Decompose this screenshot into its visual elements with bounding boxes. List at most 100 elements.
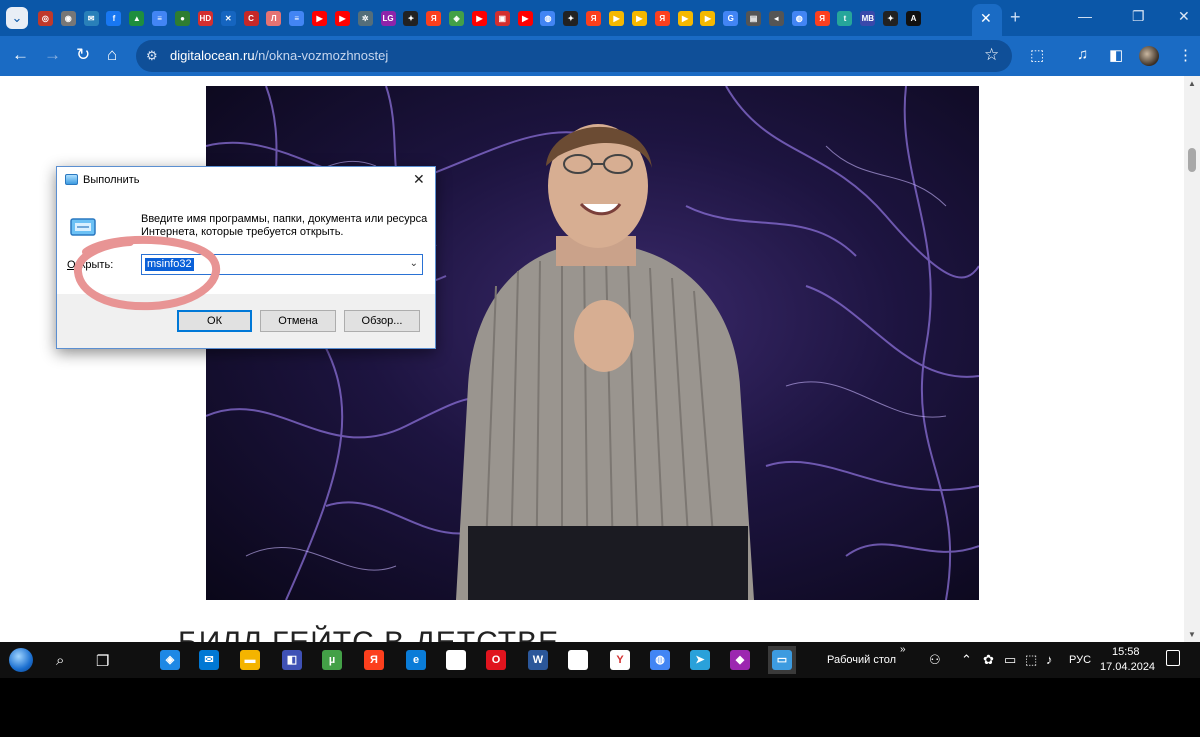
- scroll-down-icon[interactable]: ▼: [1188, 630, 1196, 639]
- tab-icon-16[interactable]: LG: [377, 6, 400, 30]
- tab-icon-5[interactable]: ▲: [125, 6, 148, 30]
- tab-icon-34[interactable]: ◍: [788, 6, 811, 30]
- tab-icon-13[interactable]: ▶: [308, 6, 331, 30]
- volume-icon[interactable]: ♪: [1046, 652, 1053, 667]
- taskbar-app-document-2[interactable]: [564, 646, 592, 674]
- toolbar-expand-icon[interactable]: »: [900, 644, 906, 655]
- taskbar-app-yandex-browser[interactable]: Y: [606, 646, 634, 674]
- taskbar-app-edge[interactable]: e: [402, 646, 430, 674]
- taskbar-app-mail[interactable]: ✉: [195, 646, 223, 674]
- address-bar[interactable]: ⚙ digitalocean.ru/n/okna-vozmozhnostej ☆: [136, 40, 1012, 72]
- taskbar-app-telegram[interactable]: ➤: [686, 646, 714, 674]
- taskbar-app-remote[interactable]: ◧: [278, 646, 306, 674]
- tab-icon-31[interactable]: G: [719, 6, 742, 30]
- tab-icon-6[interactable]: ≡: [148, 6, 171, 30]
- taskbar-app-drop[interactable]: ◆: [726, 646, 754, 674]
- tab-icon-36[interactable]: t: [834, 6, 857, 30]
- scroll-up-icon[interactable]: ▲: [1188, 79, 1196, 88]
- back-arrow-icon[interactable]: ←: [12, 45, 29, 65]
- page-scrollbar[interactable]: ▲ ▼: [1184, 76, 1200, 642]
- tab-icon-8[interactable]: HD: [194, 6, 217, 30]
- tab-icon-22[interactable]: ▶: [514, 6, 537, 30]
- browser-menu-icon[interactable]: ⋮: [1178, 46, 1193, 64]
- tab-icon-25[interactable]: Я: [582, 6, 605, 30]
- profile-avatar[interactable]: [1139, 46, 1159, 66]
- tab-icon-38[interactable]: ✦: [879, 6, 902, 30]
- tab-icon-20[interactable]: ▶: [468, 6, 491, 30]
- tab-icon-14[interactable]: ▶: [331, 6, 354, 30]
- people-icon[interactable]: ⚇: [929, 652, 941, 668]
- tab-icon-27[interactable]: ▶: [628, 6, 651, 30]
- tray-overflow-icon[interactable]: ⌃: [961, 652, 972, 668]
- tab-icon-21[interactable]: ▣: [491, 6, 514, 30]
- tab-icon-29[interactable]: ▶: [674, 6, 697, 30]
- tab-icon-12[interactable]: ≡: [285, 6, 308, 30]
- run-dialog-close-icon[interactable]: ✕: [413, 171, 425, 188]
- taskbar-app-document[interactable]: [442, 646, 470, 674]
- tab-icon-2[interactable]: ◉: [57, 6, 80, 30]
- search-icon[interactable]: ⌕: [56, 652, 64, 669]
- cancel-button[interactable]: Отмена: [260, 310, 336, 332]
- taskbar-app-defender[interactable]: ◈: [156, 646, 184, 674]
- tab-icon-18[interactable]: Я: [422, 6, 445, 30]
- tab-icon-24[interactable]: ✦: [559, 6, 582, 30]
- new-tab-button[interactable]: +: [1010, 7, 1021, 28]
- tab-icon-23[interactable]: ◍: [537, 6, 560, 30]
- clock-date[interactable]: 17.04.2024: [1100, 661, 1155, 673]
- tab-icon-9[interactable]: ✕: [217, 6, 240, 30]
- tab-icon-3[interactable]: ✉: [80, 6, 103, 30]
- tab-icon-17[interactable]: ✦: [400, 6, 423, 30]
- taskbar-app-explorer[interactable]: ▬: [236, 646, 264, 674]
- taskbar-app-word[interactable]: W: [524, 646, 552, 674]
- tab-icon-37[interactable]: MB: [856, 6, 879, 30]
- tab-search-button[interactable]: ⌄: [6, 7, 28, 29]
- tab-icon-28[interactable]: Я: [651, 6, 674, 30]
- run-dialog-titlebar[interactable]: Выполнить ✕: [57, 167, 435, 193]
- bookmark-star-icon[interactable]: ☆: [984, 45, 999, 65]
- tab-icon-33[interactable]: ◂: [765, 6, 788, 30]
- side-panel-icon[interactable]: ◧: [1109, 46, 1123, 64]
- tab-icon-4[interactable]: f: [103, 6, 126, 30]
- tab-close-icon[interactable]: ✕: [980, 10, 992, 27]
- desktop-toolbar-label[interactable]: Рабочий стол: [827, 654, 896, 666]
- input-language[interactable]: РУС: [1069, 654, 1091, 666]
- tab-icon-39[interactable]: A: [902, 6, 925, 30]
- home-icon[interactable]: ⌂: [107, 45, 117, 65]
- tab-icon-7[interactable]: ●: [171, 6, 194, 30]
- tab-icon-10[interactable]: C: [240, 6, 263, 30]
- tab-icon-32[interactable]: ▤: [742, 6, 765, 30]
- forward-arrow-icon[interactable]: →: [44, 45, 61, 65]
- scroll-thumb[interactable]: [1188, 148, 1196, 172]
- minimize-icon[interactable]: —: [1078, 8, 1092, 24]
- restore-icon[interactable]: ❐: [1132, 8, 1145, 25]
- taskbar-app-utorrent[interactable]: µ: [318, 646, 346, 674]
- notifications-icon[interactable]: [1166, 650, 1180, 666]
- browse-button[interactable]: Обзор...: [344, 310, 420, 332]
- url-text[interactable]: digitalocean.ru/n/okna-vozmozhnostej: [170, 48, 388, 63]
- extensions-icon[interactable]: ⬚: [1030, 46, 1044, 64]
- start-button[interactable]: [9, 648, 33, 672]
- tab-icon-30[interactable]: ▶: [696, 6, 719, 30]
- media-control-icon[interactable]: ♫: [1077, 46, 1088, 63]
- taskbar-app-run[interactable]: ▭: [768, 646, 796, 674]
- active-tab[interactable]: ✕: [972, 4, 1002, 36]
- ok-button[interactable]: ОК: [177, 310, 252, 332]
- tray-app-icon[interactable]: ✿: [983, 652, 994, 668]
- taskbar-app-opera[interactable]: O: [482, 646, 510, 674]
- reload-icon[interactable]: ↻: [76, 45, 90, 65]
- tab-icon-19[interactable]: ◈: [445, 6, 468, 30]
- tab-icon-35[interactable]: Я: [811, 6, 834, 30]
- network-icon[interactable]: ▭: [1004, 652, 1016, 668]
- clock-time[interactable]: 15:58: [1112, 646, 1140, 658]
- tab-icon-26[interactable]: ▶: [605, 6, 628, 30]
- task-view-icon[interactable]: ❐: [96, 652, 109, 670]
- tab-icon-15[interactable]: ✲: [354, 6, 377, 30]
- tab-icon-1[interactable]: ◎: [34, 6, 57, 30]
- taskbar-app-chrome[interactable]: ◍: [646, 646, 674, 674]
- tab-icon-11[interactable]: Л: [262, 6, 285, 30]
- taskbar-app-yandex[interactable]: Я: [360, 646, 388, 674]
- chevron-down-icon[interactable]: ⌄: [410, 258, 418, 269]
- capture-icon[interactable]: ⬚: [1025, 652, 1037, 668]
- site-info-icon[interactable]: ⚙: [146, 48, 158, 64]
- window-close-icon[interactable]: ✕: [1178, 8, 1190, 25]
